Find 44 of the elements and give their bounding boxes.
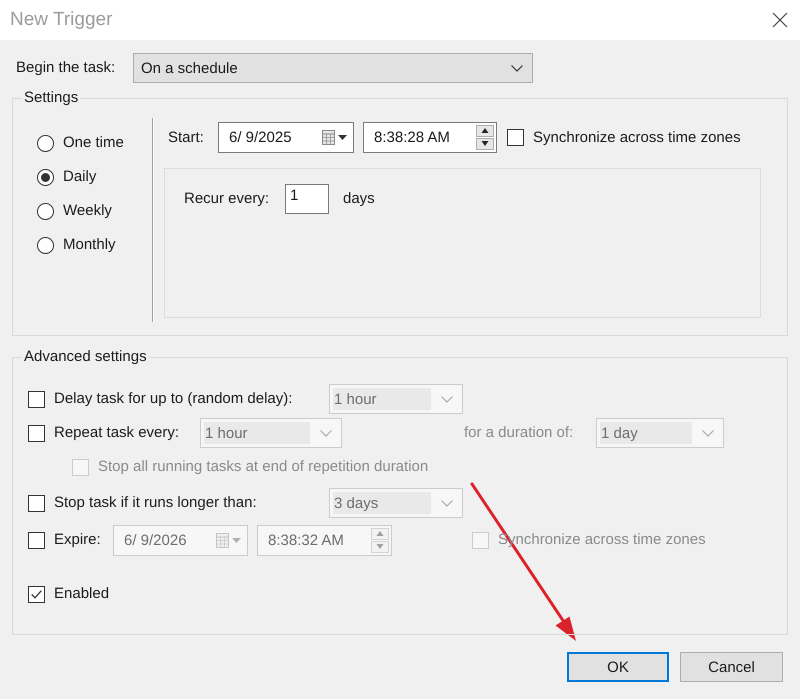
start-label: Start: — [168, 128, 204, 146]
schedule-option-label[interactable]: Monthly — [63, 236, 116, 254]
radio-button[interactable] — [37, 168, 54, 186]
stop-all-running-label: Stop all running tasks at end of repetition duration — [98, 458, 428, 476]
enabled-label: Enabled — [54, 585, 110, 603]
radio-button[interactable] — [37, 134, 54, 152]
spin-down-icon[interactable] — [476, 138, 494, 150]
radio-button[interactable] — [37, 236, 54, 254]
cancel-button[interactable]: Cancel — [680, 652, 783, 682]
checkbox[interactable] — [28, 494, 45, 512]
recur-field[interactable]: 1 — [285, 184, 329, 214]
chevron-down-icon — [320, 430, 332, 436]
close-icon[interactable] — [772, 12, 788, 28]
window-title: New Trigger — [10, 8, 112, 32]
checkbox[interactable] — [28, 390, 45, 408]
caret-icon[interactable] — [338, 135, 347, 140]
sync-time-zones-label: Synchronize across time zones — [533, 128, 741, 146]
radio-button[interactable] — [37, 202, 54, 220]
chevron-down-icon — [441, 500, 453, 506]
schedule-option-label[interactable]: One time — [63, 134, 124, 152]
recur-label: Recur every: — [184, 190, 270, 208]
recur-unit-label: days — [343, 190, 375, 208]
checkbox[interactable] — [28, 586, 45, 602]
schedule-option-label[interactable]: Daily — [63, 168, 96, 186]
chevron-down-icon — [511, 64, 523, 72]
expire-label: Expire: — [54, 531, 101, 549]
delay-task-label: Delay task for up to (random delay): — [54, 390, 292, 408]
group-legend: Settings — [22, 89, 80, 107]
duration-label: for a duration of: — [464, 424, 574, 442]
ok-button[interactable]: OK — [567, 652, 669, 682]
group-legend: Advanced settings — [22, 348, 149, 366]
stop-task-label: Stop task if it runs longer than: — [54, 494, 257, 512]
checkbox[interactable] — [507, 129, 524, 146]
chevron-down-icon — [702, 430, 714, 436]
checkmark-icon — [31, 590, 42, 598]
spin-up-icon[interactable] — [476, 125, 494, 137]
begin-task-dropdown[interactable]: On a schedule — [133, 53, 533, 83]
schedule-option-label[interactable]: Weekly — [63, 202, 112, 220]
repeat-task-label: Repeat task every: — [54, 424, 180, 442]
chevron-down-icon — [441, 396, 453, 402]
time-field[interactable]: 8:38:28 AM — [363, 122, 497, 153]
date-field[interactable]: 6/ 9/2025 — [218, 122, 354, 153]
begin-task-label: Begin the task: — [16, 59, 116, 77]
checkbox[interactable] — [28, 424, 45, 442]
